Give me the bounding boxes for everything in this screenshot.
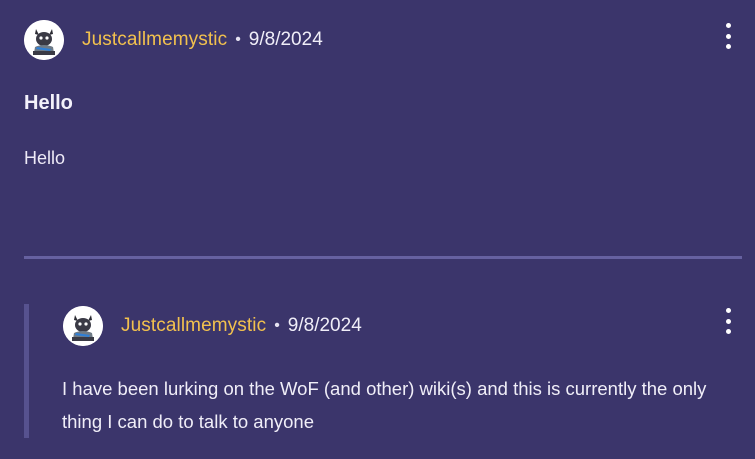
reply-avatar[interactable] bbox=[63, 306, 103, 346]
post-body: Hello bbox=[24, 148, 66, 168]
post-username[interactable]: Justcallmemystic bbox=[82, 29, 227, 51]
dragon-avatar-icon bbox=[24, 20, 64, 60]
post-more-vertical-icon[interactable] bbox=[721, 23, 735, 49]
dragon-avatar-icon bbox=[63, 306, 103, 346]
reply-separator: • bbox=[274, 317, 280, 334]
avatar[interactable] bbox=[24, 20, 64, 60]
reply: Justcallmemystic • 9/8/2024 I have been … bbox=[24, 304, 744, 438]
divider bbox=[24, 256, 742, 259]
reply-header: Justcallmemystic • 9/8/2024 bbox=[63, 306, 362, 346]
post-header: Justcallmemystic • 9/8/2024 bbox=[24, 20, 323, 60]
post-title: Hello bbox=[24, 92, 73, 114]
reply-more-vertical-icon[interactable] bbox=[721, 308, 735, 334]
reply-date: 9/8/2024 bbox=[287, 315, 362, 336]
menu-dot bbox=[725, 33, 731, 39]
menu-dot bbox=[725, 308, 731, 313]
reply-thread-bar bbox=[24, 304, 29, 438]
post-separator: • bbox=[235, 31, 241, 48]
menu-dot bbox=[725, 23, 731, 28]
reply-username[interactable]: Justcallmemystic bbox=[121, 315, 266, 337]
reply-body: I have been lurking on the WoF (and othe… bbox=[62, 378, 707, 432]
menu-dot bbox=[725, 44, 731, 49]
menu-dot bbox=[725, 318, 731, 324]
menu-dot bbox=[725, 329, 731, 334]
post-date: 9/8/2024 bbox=[248, 29, 323, 50]
